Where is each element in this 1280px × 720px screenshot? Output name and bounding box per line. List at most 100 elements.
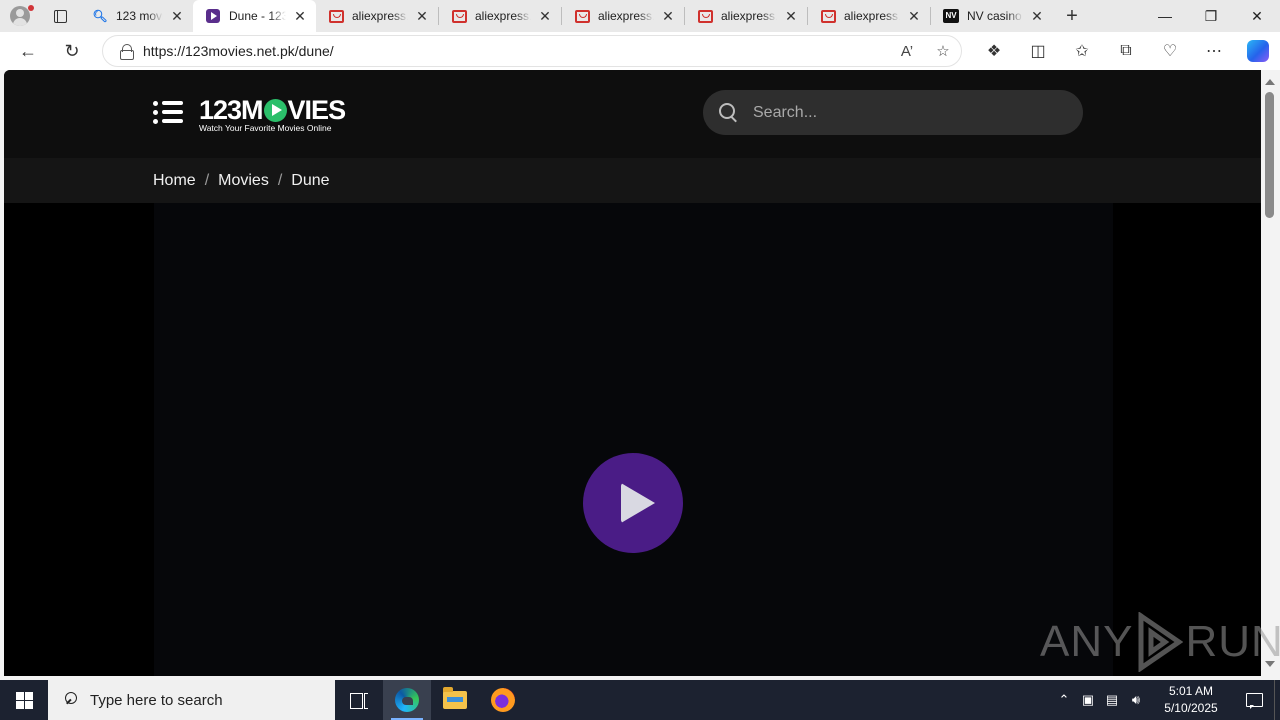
- menu-icon[interactable]: [153, 100, 183, 126]
- taskbar-firefox[interactable]: [479, 680, 527, 720]
- tab-aliexpress-4[interactable]: aliexpress.com ✕: [685, 0, 807, 32]
- site-header: 123M VIES Watch Your Favorite Movies Onli…: [4, 70, 1261, 158]
- watermark-text-right: RUN: [1185, 617, 1280, 666]
- favorites-button[interactable]: ✩: [1060, 35, 1104, 67]
- scroll-up-icon[interactable]: [1265, 79, 1275, 85]
- copilot-icon: [1247, 40, 1269, 62]
- copilot-button[interactable]: [1236, 35, 1280, 67]
- windows-logo-icon: [15, 691, 33, 709]
- purple-play-icon: [205, 8, 221, 24]
- favorite-star-icon[interactable]: ☆: [925, 37, 961, 65]
- volume-icon[interactable]: 🔊︎: [1124, 680, 1148, 720]
- close-tab-icon[interactable]: ✕: [537, 8, 553, 24]
- refresh-icon: ↻: [64, 40, 80, 61]
- tab-123movies-search[interactable]: 🔍︎ 123 movies: S ✕: [80, 0, 193, 32]
- browser-essentials-button[interactable]: ♡: [1148, 35, 1192, 67]
- site-logo[interactable]: 123M VIES Watch Your Favorite Movies Onli…: [199, 96, 349, 140]
- tab-aliexpress-2[interactable]: aliexpress.com ✕: [439, 0, 561, 32]
- minimize-button[interactable]: —: [1142, 0, 1188, 32]
- page-scrollbar[interactable]: [1261, 70, 1280, 676]
- site-search-box[interactable]: [703, 90, 1083, 135]
- close-tab-icon[interactable]: ✕: [906, 8, 922, 24]
- close-window-button[interactable]: ✕: [1234, 0, 1280, 32]
- tab-actions-button[interactable]: [40, 0, 80, 32]
- close-tab-icon[interactable]: ✕: [660, 8, 676, 24]
- folder-icon: [443, 687, 467, 709]
- task-view-button[interactable]: [335, 680, 383, 720]
- breadcrumb: Home / Movies / Dune: [4, 158, 1261, 203]
- tab-aliexpress-3[interactable]: aliexpress.com ✕: [562, 0, 684, 32]
- logo-text-part: VIES: [287, 95, 347, 125]
- tab-title: Dune - 123 M: [229, 9, 286, 23]
- aliexpress-icon: [451, 8, 467, 24]
- video-player[interactable]: [154, 203, 1113, 676]
- url-text[interactable]: https://123movies.net.pk/dune/: [143, 43, 889, 59]
- tab-title: aliexpress.com: [598, 9, 654, 23]
- breadcrumb-separator: /: [277, 171, 283, 189]
- extensions-button[interactable]: ❖: [972, 35, 1016, 67]
- window-controls: — ❐ ✕: [1142, 0, 1280, 32]
- play-button[interactable]: [583, 453, 683, 553]
- tab-title: aliexpress.com: [721, 9, 777, 23]
- collections-icon: ⧉: [1120, 42, 1132, 59]
- chevron-up-icon: ⌃: [1058, 692, 1070, 707]
- taskbar-edge[interactable]: [383, 680, 431, 720]
- site-search-input[interactable]: [753, 103, 1083, 122]
- tab-aliexpress-5[interactable]: aliexpress.com ✕: [808, 0, 930, 32]
- search-icon[interactable]: [719, 102, 739, 123]
- profile-button[interactable]: [0, 0, 40, 32]
- tab-nv-casino[interactable]: NV NV casino ✕: [931, 0, 1053, 32]
- network-icon[interactable]: ▤: [1100, 680, 1124, 720]
- taskbar-search[interactable]: Type here to search: [48, 680, 335, 720]
- logo-play-icon: [263, 98, 287, 122]
- watermark-text-left: ANY: [1040, 617, 1134, 666]
- tab-title: aliexpress.com: [352, 9, 408, 23]
- close-tab-icon[interactable]: ✕: [169, 8, 185, 24]
- start-button[interactable]: [0, 680, 48, 720]
- tab-strip: 🔍︎ 123 movies: S ✕ Dune - 123 M ✕ aliexp…: [0, 0, 1280, 32]
- show-hidden-icons-button[interactable]: ⌃: [1052, 680, 1076, 720]
- lock-icon[interactable]: [119, 43, 135, 60]
- profile-avatar-icon: [10, 6, 30, 26]
- close-tab-icon[interactable]: ✕: [292, 8, 308, 24]
- edge-icon: [395, 688, 419, 712]
- split-screen-button[interactable]: ◫: [1016, 35, 1060, 67]
- tab-title: 123 movies: S: [116, 9, 163, 23]
- scroll-thumb[interactable]: [1265, 92, 1274, 218]
- close-icon: ✕: [1251, 7, 1263, 24]
- notification-dot: [28, 5, 34, 11]
- search-icon: [62, 692, 78, 708]
- show-desktop-button[interactable]: [1274, 680, 1280, 720]
- browser-toolbar: ← ↻ https://123movies.net.pk/dune/ A’ ☆ …: [0, 32, 1280, 70]
- collections-button[interactable]: ⧉: [1104, 35, 1148, 67]
- logo-wordmark: 123M VIES: [199, 96, 349, 124]
- breadcrumb-movies[interactable]: Movies: [218, 172, 269, 190]
- new-tab-button[interactable]: +: [1053, 0, 1091, 32]
- clock-date: 5/10/2025: [1164, 701, 1218, 715]
- nv-casino-icon: NV: [943, 8, 959, 24]
- refresh-button[interactable]: ↻: [52, 35, 92, 67]
- action-center-button[interactable]: [1234, 680, 1274, 720]
- taskbar-file-explorer[interactable]: [431, 680, 479, 720]
- more-dots-icon: ⋯: [1206, 43, 1222, 60]
- tab-dune[interactable]: Dune - 123 M ✕: [193, 0, 316, 32]
- task-view-icon: [350, 693, 368, 709]
- clock[interactable]: 5:01 AM 5/10/2025: [1154, 683, 1228, 717]
- close-tab-icon[interactable]: ✕: [783, 8, 799, 24]
- page-viewport: 123M VIES Watch Your Favorite Movies Onli…: [4, 70, 1261, 676]
- close-tab-icon[interactable]: ✕: [1029, 8, 1045, 24]
- breadcrumb-home[interactable]: Home: [153, 172, 196, 190]
- arrow-left-icon: ←: [19, 40, 37, 61]
- favorites-icon: ✩: [1075, 43, 1089, 60]
- restore-button[interactable]: ❐: [1188, 0, 1234, 32]
- back-button[interactable]: ←: [8, 35, 48, 67]
- toolbar-icons: ❖ ◫ ✩ ⧉ ♡ ⋯: [972, 35, 1280, 67]
- breadcrumb-current: Dune: [291, 171, 330, 189]
- close-tab-icon[interactable]: ✕: [414, 8, 430, 24]
- address-bar[interactable]: https://123movies.net.pk/dune/ A’ ☆: [102, 35, 962, 67]
- tray-device-icon[interactable]: ▣: [1076, 680, 1100, 720]
- settings-more-button[interactable]: ⋯: [1192, 35, 1236, 67]
- read-aloud-icon[interactable]: A’: [889, 37, 925, 65]
- watermark-play-icon: [1137, 612, 1184, 672]
- tab-aliexpress-1[interactable]: aliexpress.com ✕: [316, 0, 438, 32]
